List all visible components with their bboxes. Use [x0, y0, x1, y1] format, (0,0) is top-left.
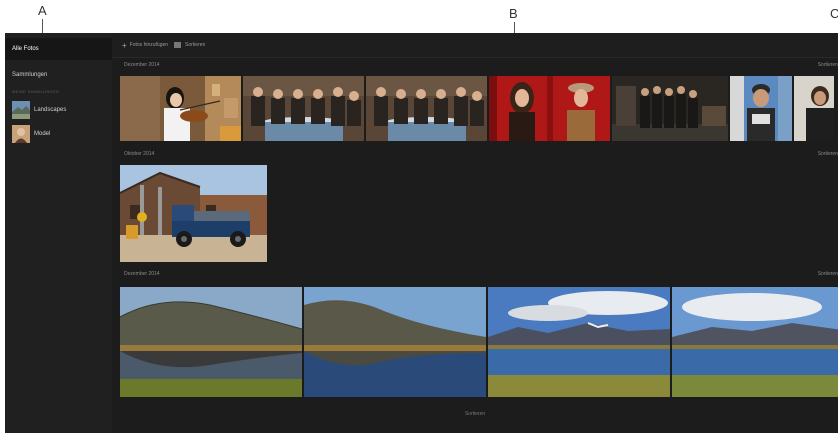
- photo-violinist[interactable]: [120, 76, 241, 141]
- section-sort-link[interactable]: Sortieren: [818, 271, 838, 277]
- photo-landscape-3[interactable]: [488, 287, 670, 397]
- section-date: Dezember 2014: [124, 62, 160, 68]
- landscape-thumb-icon: [12, 101, 30, 119]
- callout-c: C: [830, 6, 838, 21]
- callout-a: A: [38, 3, 47, 18]
- photo-row: [120, 287, 838, 397]
- photo-row: [120, 76, 834, 141]
- sidebar-item-collections[interactable]: Sammlungen: [5, 72, 112, 78]
- sidebar-item-all-photos[interactable]: Alle Fotos: [5, 38, 112, 60]
- footer-label: Sortieren: [464, 411, 486, 417]
- photo-landscape-4[interactable]: [672, 287, 838, 397]
- section-date: Dezember 2014: [124, 271, 160, 277]
- photo-man-beanie[interactable]: [730, 76, 792, 141]
- sidebar: Alle Fotos Sammlungen MEINE SAMMLUNGEN L…: [5, 33, 112, 433]
- photo-partial-portrait[interactable]: [794, 76, 834, 141]
- photo-band-table-2[interactable]: [366, 76, 487, 141]
- photo-landscape-2[interactable]: [304, 287, 486, 397]
- sidebar-album-landscapes[interactable]: Landscapes: [12, 101, 66, 119]
- toolbar: + Fotos hinzufügen Sortieren: [112, 33, 838, 58]
- sort-button[interactable]: Sortieren: [185, 42, 205, 48]
- photo-night-group[interactable]: [612, 76, 728, 141]
- photo-grid: + Fotos hinzufügen Sortieren Dezember 20…: [112, 33, 838, 433]
- section-sort-link[interactable]: Sortieren: [818, 151, 838, 157]
- callout-b: B: [509, 6, 518, 21]
- app-window: Alle Fotos Sammlungen MEINE SAMMLUNGEN L…: [5, 33, 838, 433]
- section-date: Oktober 2014: [124, 151, 155, 157]
- add-icon[interactable]: +: [122, 41, 127, 50]
- photo-band-table-1[interactable]: [243, 76, 364, 141]
- photo-red-curtain-pair[interactable]: [489, 76, 610, 141]
- album-label: Landscapes: [34, 107, 67, 113]
- sidebar-section-label: MEINE SAMMLUNGEN: [12, 89, 60, 94]
- add-photos-button[interactable]: Fotos hinzufügen: [130, 42, 168, 48]
- sidebar-album-model[interactable]: Model: [12, 125, 50, 143]
- section-sort-link[interactable]: Sortieren: [818, 62, 838, 68]
- album-label: Model: [34, 131, 51, 137]
- sort-icon[interactable]: [174, 42, 182, 48]
- photo-vintage-truck[interactable]: [120, 165, 267, 262]
- photo-landscape-1[interactable]: [120, 287, 302, 397]
- portrait-thumb-icon: [12, 125, 30, 143]
